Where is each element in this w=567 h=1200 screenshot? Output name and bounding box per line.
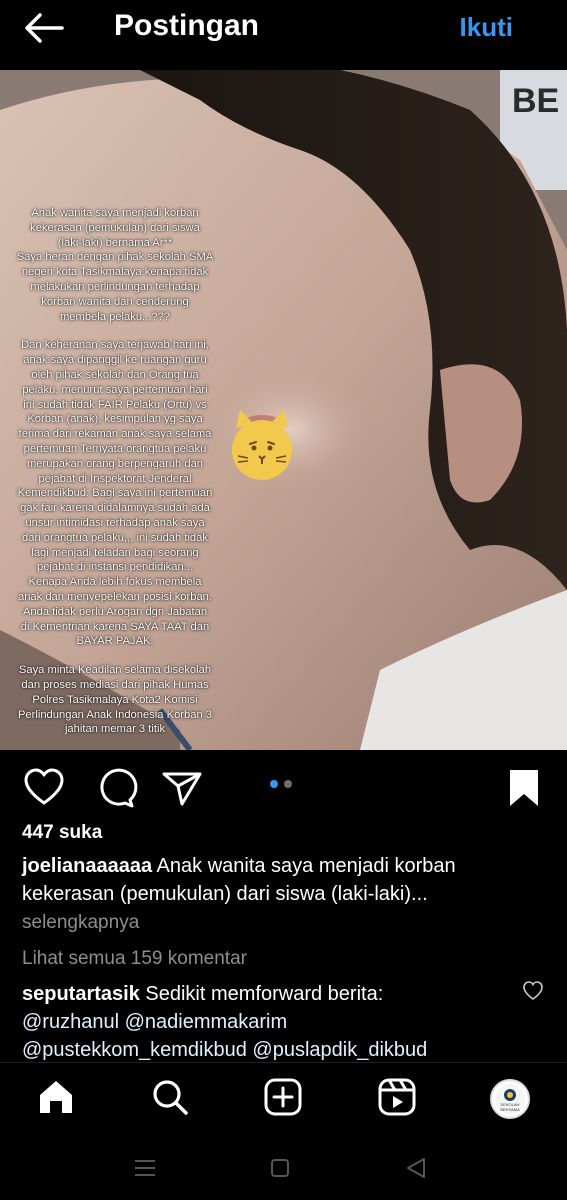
comment-text: Sedikit memforward berita: xyxy=(145,983,384,1005)
story-line: Anak wanita saya menjadi korban xyxy=(31,207,199,219)
story-line: Saya minta Keadilan selama disekolah xyxy=(18,664,212,677)
story-paragraph-3: Saya minta Keadilan selama disekolah dan… xyxy=(6,663,224,737)
comment-username[interactable]: seputartasik xyxy=(22,983,140,1005)
story-line: pelaku, menurut saya pertemuan hari xyxy=(22,383,208,396)
story-line: anak dan menyepelekan posisi korban. xyxy=(17,590,213,603)
post-image[interactable]: BE Anak wanita saya menjadi korban keker… xyxy=(0,70,567,750)
system-navigation-bar xyxy=(0,1136,567,1200)
caption-username[interactable]: joelianaaaaaa xyxy=(22,855,152,877)
story-line: Polres Tasikmalaya Kota2 Komisi xyxy=(32,693,198,706)
story-line: anak saya dipanggil ke ruangan guru xyxy=(23,354,207,367)
story-line: gak fair karena didalamnya sudah ada xyxy=(20,502,210,515)
story-line: Korban (anak), kesimpulan yg saya xyxy=(27,413,203,426)
profile-avatar[interactable]: SEKOLAH BERSAMA xyxy=(490,1079,530,1119)
top-app-bar: Postingan Ikuti xyxy=(0,0,567,60)
story-line: Anda tidak perlu Arogan dgn Jabatan xyxy=(22,605,208,618)
likes-count[interactable]: 447 suka xyxy=(22,822,102,844)
recent-apps-icon[interactable] xyxy=(131,1154,159,1182)
story-line: melakukan perlindungan terhadap xyxy=(30,280,200,293)
story-line: dari orangtua pelaku,,, ini sudah tidak xyxy=(22,531,208,544)
story-line: oleh pihak sekolah dan Orang tua xyxy=(31,368,199,381)
story-line: lagi menjadi teladan bagi seorang xyxy=(31,546,199,559)
story-paragraph-1: Anak wanita saya menjadi korban kekerasa… xyxy=(6,206,224,324)
view-all-comments-link[interactable]: Lihat semua 159 komentar xyxy=(22,948,247,970)
story-line: Dan keheranan saya terjawab hari ini, xyxy=(21,339,209,352)
story-line: Kemendikbud. Bagi saya ini pertemuan xyxy=(17,487,213,500)
story-line: ini sudah tidak FAIR Pelaku (Ortu) vs xyxy=(23,398,207,411)
page-title: Postingan xyxy=(114,9,260,42)
post-caption: joelianaaaaaa Anak wanita saya menjadi k… xyxy=(22,852,542,908)
story-line: unsur intimidasi terhadap anak saya xyxy=(25,516,205,529)
comment-heart-icon[interactable] xyxy=(522,980,544,1002)
story-line: BAYAR PAJAK. xyxy=(76,635,154,648)
paper-plane-icon[interactable] xyxy=(160,766,204,810)
home-icon[interactable] xyxy=(36,1077,76,1117)
story-line: membela pelaku...??? xyxy=(59,310,171,323)
story-line: (laki-laki) bernama Ar** xyxy=(57,236,173,249)
comment-mentions[interactable]: @pustekkom_kemdikbud @puslapdik_dikbud xyxy=(22,1039,427,1061)
comment-item: seputartasik Sedikit memforward berita: … xyxy=(22,980,522,1064)
heart-icon[interactable] xyxy=(22,766,66,810)
story-paragraph-2: Dan keheranan saya terjawab hari ini, an… xyxy=(6,338,224,649)
story-line: dan proses mediasi dari pihak Humas xyxy=(21,678,209,691)
back-arrow-icon[interactable] xyxy=(22,10,66,46)
comment-bubble-icon[interactable] xyxy=(94,766,138,810)
story-text-overlay: Anak wanita saya menjadi korban kekerasa… xyxy=(0,206,230,750)
carousel-indicator xyxy=(270,780,300,790)
story-line: pertemuan Ternyata orangtua pelaku xyxy=(23,442,207,455)
story-line: jahitan memar 3 titik xyxy=(64,723,166,736)
avatar-caption: SEKOLAH BERSAMA xyxy=(500,1102,520,1112)
carousel-dot xyxy=(284,780,292,788)
plus-square-icon[interactable] xyxy=(263,1077,303,1117)
reels-icon[interactable] xyxy=(377,1077,417,1117)
post-action-bar xyxy=(0,760,567,814)
more-link[interactable]: selengkapnya xyxy=(22,912,139,934)
story-line: Kenapa Anda lebih fokus membela xyxy=(28,576,202,589)
home-button-icon[interactable] xyxy=(266,1154,294,1182)
cat-face-sticker-icon xyxy=(232,410,292,480)
story-line: pejabat di instansi pendidikan... xyxy=(36,561,194,574)
story-line: Saya heran dengan pihak sekolah SMA xyxy=(16,251,214,264)
story-line: di Kementrian karena SAYA TAAT dan xyxy=(20,620,210,633)
follow-button[interactable]: Ikuti xyxy=(460,8,513,46)
back-triangle-icon[interactable] xyxy=(402,1154,430,1182)
carousel-dot-active xyxy=(270,780,278,788)
story-line: pejabat di Inspektorat Jenderal xyxy=(38,472,192,485)
search-icon[interactable] xyxy=(150,1077,190,1117)
story-line: kekerasan (pemukulan) dari siswa xyxy=(30,221,200,234)
bottom-navigation: SEKOLAH BERSAMA xyxy=(0,1062,567,1134)
story-line: Perlindungan Anak Indonesia Korban 3 xyxy=(17,708,213,721)
story-line: merupakan orang berpengaruh dan xyxy=(26,457,204,470)
bookmark-icon[interactable] xyxy=(502,766,546,810)
comment-mentions[interactable]: @ruzhanul @nadiemmakarim xyxy=(22,1011,287,1033)
story-line: korban wanita dan cenderung xyxy=(41,295,189,308)
background-sign-text: BE xyxy=(512,82,559,120)
story-line: terima dari rekaman anak saya selama xyxy=(18,428,212,441)
story-line: negeri kota Tasikmalaya kenapa tidak xyxy=(21,266,209,279)
